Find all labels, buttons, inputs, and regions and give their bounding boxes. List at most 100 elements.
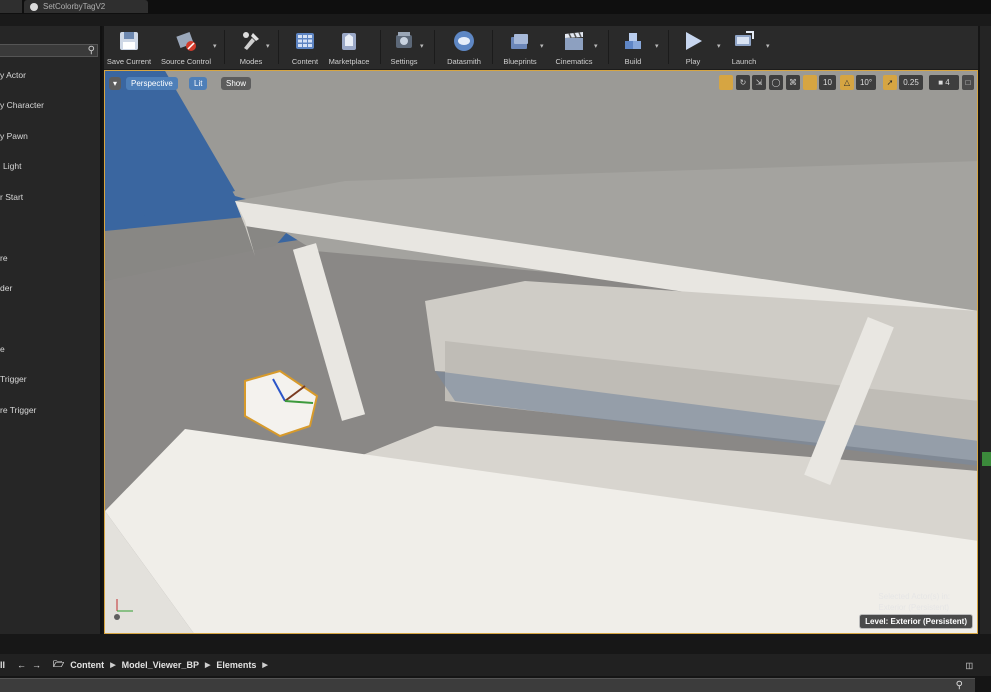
- level-value: Exterior (Persistent): [890, 617, 967, 626]
- menu-bar: [0, 14, 991, 26]
- breadcrumb-arrow-icon[interactable]: ▶: [205, 661, 210, 669]
- breadcrumb-content[interactable]: Content: [70, 660, 104, 670]
- place-item-character[interactable]: y Character: [0, 100, 44, 116]
- place-item-box-trigger[interactable]: Trigger: [0, 374, 27, 390]
- level-tab-label: SetColorbyTagV2: [43, 2, 106, 11]
- play-button[interactable]: Play: [678, 28, 708, 68]
- show-button[interactable]: Show: [221, 77, 252, 90]
- grid-snap-value[interactable]: 10: [819, 75, 836, 90]
- selected-actor-line1: Selected Actor(s) in:: [878, 592, 950, 601]
- settings-button[interactable]: Settings: [386, 28, 422, 68]
- viewport-options-button[interactable]: ▾: [109, 77, 121, 90]
- modes-chevron-down-icon[interactable]: ▾: [266, 42, 270, 50]
- lock-icon[interactable]: ◫: [965, 661, 973, 670]
- launch-label: Launch: [731, 57, 757, 66]
- source-control-label: Source Control: [160, 57, 212, 66]
- camera-speed-label: 4: [945, 78, 950, 87]
- tab-bar: SetColorbyTagV2: [0, 0, 991, 14]
- scale-snap-icon[interactable]: ➚: [883, 75, 897, 90]
- source-control-chevron-down-icon[interactable]: ▾: [213, 42, 217, 50]
- toolbar-separator: [224, 30, 225, 64]
- modes-label: Modes: [239, 57, 263, 66]
- place-item-sphere-trigger[interactable]: re Trigger: [0, 405, 36, 421]
- current-level-indicator: Level: Exterior (Persistent): [859, 614, 973, 629]
- settings-chevron-down-icon[interactable]: ▾: [420, 42, 424, 50]
- place-actors-panel: ⚲ y Actor y Character y Pawn Light r Sta…: [0, 26, 102, 634]
- save-icon: [117, 29, 141, 53]
- place-item-player-start[interactable]: r Start: [0, 192, 23, 208]
- scale-snap-value[interactable]: 0.25: [899, 75, 923, 90]
- blueprints-button[interactable]: Blueprints: [500, 28, 540, 68]
- breadcrumb-model-viewer-bp[interactable]: Model_Viewer_BP: [122, 660, 199, 670]
- modes-button[interactable]: Modes: [232, 28, 270, 68]
- lit-button[interactable]: Lit: [189, 77, 208, 90]
- translate-tool-icon[interactable]: [719, 75, 733, 90]
- place-item-actor[interactable]: y Actor: [0, 70, 26, 86]
- build-chevron-down-icon[interactable]: ▾: [655, 42, 659, 50]
- save-current-button[interactable]: Save Current: [107, 28, 151, 68]
- filter-label-cut: ll: [0, 660, 6, 670]
- toolbar-separator: [380, 30, 381, 64]
- level-editor-toolbar: Save Current Source Control ▾ Modes ▾ Co…: [104, 26, 978, 70]
- build-icon: [621, 29, 645, 53]
- build-button[interactable]: Build: [618, 28, 648, 68]
- place-item-cube[interactable]: re: [0, 253, 8, 269]
- history-forward-icon[interactable]: →: [32, 660, 41, 670]
- grid-snap-icon[interactable]: [803, 75, 817, 90]
- perspective-button[interactable]: Perspective: [126, 77, 178, 90]
- search-icon: ⚲: [87, 45, 95, 56]
- cinematics-label: Cinematics: [555, 57, 593, 66]
- maximize-viewport-icon[interactable]: □: [962, 75, 974, 90]
- play-label: Play: [685, 57, 701, 66]
- history-back-icon[interactable]: ←: [17, 660, 26, 670]
- launch-button[interactable]: Launch: [728, 28, 760, 68]
- scale-snap-label: 0.25: [903, 78, 919, 87]
- level-viewport[interactable]: ▾ Perspective Lit Show ↻ ⇲ ◯ ⌘ 10 △ 10° …: [104, 70, 978, 634]
- cinematics-chevron-down-icon[interactable]: ▾: [594, 42, 598, 50]
- panel-separator: [0, 634, 991, 654]
- breadcrumb-arrow-icon[interactable]: ▶: [262, 661, 267, 669]
- build-label: Build: [624, 57, 642, 66]
- source-control-icon: [174, 29, 198, 53]
- cinematics-button[interactable]: Cinematics: [550, 28, 598, 68]
- asset-search-input[interactable]: ⚲: [0, 678, 975, 692]
- datasmith-button[interactable]: Datasmith: [442, 28, 486, 68]
- level-tab[interactable]: SetColorbyTagV2: [24, 0, 148, 13]
- selected-actor-line2: Exterior (Persistent): [878, 603, 950, 612]
- launch-icon: [732, 29, 756, 53]
- launch-chevron-down-icon[interactable]: ▾: [766, 42, 770, 50]
- search-icon: ⚲: [955, 680, 963, 691]
- place-item-cylinder[interactable]: der: [0, 283, 12, 299]
- home-tab[interactable]: [0, 0, 22, 13]
- lit-label: Lit: [194, 79, 203, 88]
- breadcrumb-arrow-icon[interactable]: ▶: [110, 661, 115, 669]
- rotate-tool-icon[interactable]: ↻: [736, 75, 750, 90]
- surface-snap-icon[interactable]: ⌘: [786, 75, 800, 90]
- rotation-snap-value[interactable]: 10°: [856, 75, 876, 90]
- datasmith-label: Datasmith: [447, 57, 481, 66]
- content-label: Content: [291, 57, 319, 66]
- scale-tool-icon[interactable]: ⇲: [752, 75, 766, 90]
- play-chevron-down-icon[interactable]: ▾: [717, 42, 721, 50]
- marketplace-button[interactable]: Marketplace: [326, 28, 372, 68]
- content-grid-icon: [293, 29, 317, 53]
- source-control-button[interactable]: Source Control: [160, 28, 212, 68]
- breadcrumb-elements[interactable]: Elements: [216, 660, 256, 670]
- world-space-icon[interactable]: ◯: [769, 75, 783, 90]
- details-color-swatch: [982, 452, 991, 466]
- level-label: Level:: [865, 617, 889, 626]
- blueprints-icon: [508, 29, 532, 53]
- camera-icon: ■: [938, 78, 946, 87]
- camera-speed-button[interactable]: ■ 4: [929, 75, 959, 90]
- folder-icon: 🗁: [53, 659, 65, 669]
- perspective-label: Perspective: [131, 79, 173, 88]
- place-item-plane[interactable]: e: [0, 344, 5, 360]
- place-search-input[interactable]: ⚲: [0, 44, 98, 57]
- place-item-light[interactable]: Light: [3, 161, 21, 177]
- clapperboard-icon: [562, 29, 586, 53]
- settings-icon: [392, 29, 416, 53]
- place-item-pawn[interactable]: y Pawn: [0, 131, 28, 147]
- rotation-snap-icon[interactable]: △: [840, 75, 854, 90]
- blueprints-chevron-down-icon[interactable]: ▾: [540, 42, 544, 50]
- content-button[interactable]: Content: [288, 28, 322, 68]
